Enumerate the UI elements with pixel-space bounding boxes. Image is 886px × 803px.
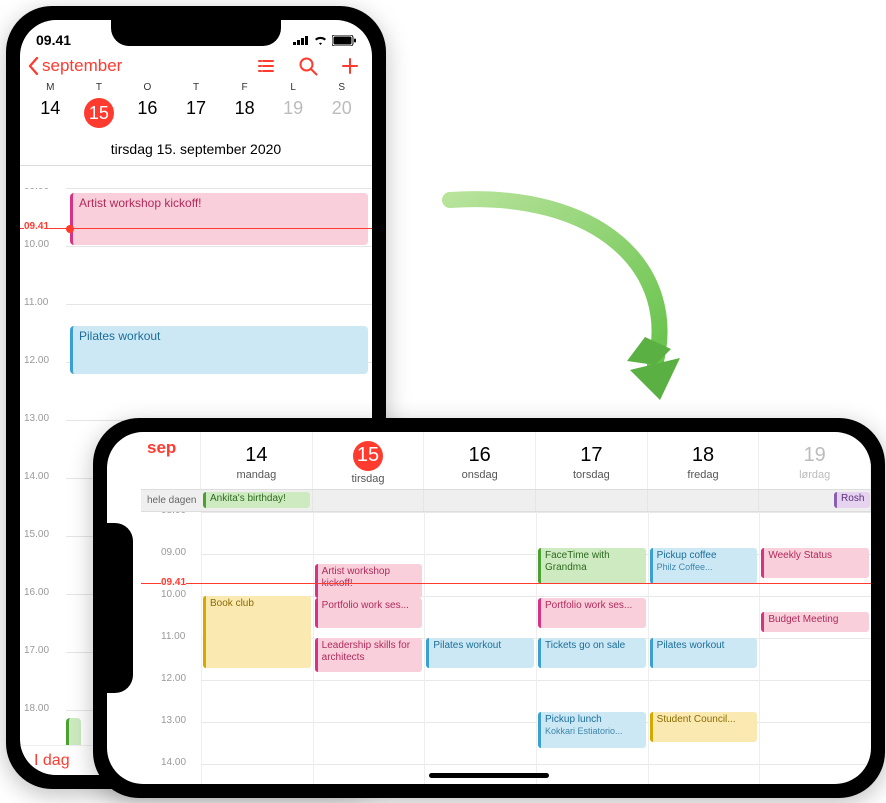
calendar-event[interactable]: Weekly Status xyxy=(761,548,869,578)
weekday-row: MTOTFLS xyxy=(20,82,372,95)
date-title: tirsdag 15. september 2020 xyxy=(20,137,372,166)
hour-label: 14.00 xyxy=(161,757,186,768)
calendar-event[interactable]: Budget Meeting xyxy=(761,612,869,632)
calendar-event[interactable]: FaceTime with Grandma xyxy=(538,548,646,584)
allday-event[interactable]: Rosh xyxy=(834,492,870,508)
back-label: september xyxy=(42,56,122,76)
nav-bar: september xyxy=(20,52,372,82)
notch xyxy=(107,523,133,693)
hour-label: 10.00 xyxy=(161,589,186,600)
hour-label: 09.00 xyxy=(161,547,186,558)
date-cell[interactable]: 16 xyxy=(123,95,172,131)
add-icon[interactable] xyxy=(340,56,360,76)
weekday-label: M xyxy=(26,82,75,95)
battery-icon xyxy=(332,35,356,46)
status-icons xyxy=(293,35,356,46)
search-icon[interactable] xyxy=(298,56,318,76)
week-grid[interactable]: 08.00 09.00 10.00 11.00 12.00 13.00 14.00 Book … xyxy=(141,512,871,784)
allday-cell xyxy=(648,490,760,511)
hour-label: 18.00 xyxy=(24,703,64,714)
date-row: 14151617181920 xyxy=(20,95,372,137)
calendar-event[interactable]: Portfolio work ses... xyxy=(315,598,423,628)
month-label[interactable]: sep xyxy=(141,432,201,489)
calendar-event[interactable] xyxy=(66,718,81,745)
calendar-event[interactable]: Pilates workout xyxy=(70,326,368,374)
calendar-event[interactable]: Book club xyxy=(203,596,311,668)
calendar-event[interactable]: Artist workshop kickoff! xyxy=(315,564,423,598)
hour-label: 11.00 xyxy=(24,297,64,308)
day-column-header[interactable]: 15tirsdag xyxy=(313,432,425,489)
hour-label: 13.00 xyxy=(24,413,64,424)
calendar-event[interactable]: Portfolio work ses... xyxy=(538,598,646,628)
hour-label: 16.00 xyxy=(24,587,64,598)
home-indicator[interactable] xyxy=(429,773,549,778)
hour-label: 11.00 xyxy=(161,631,185,642)
allday-event[interactable]: Ankita's birthday! xyxy=(203,492,310,508)
hour-label: 08.00 xyxy=(161,512,186,516)
allday-cell xyxy=(536,490,648,511)
calendar-event[interactable]: Leadership skills for architects xyxy=(315,638,423,672)
week-header: sep 14mandag15tirsdag16onsdag17torsdag18… xyxy=(141,432,871,490)
allday-cell xyxy=(424,490,536,511)
now-indicator: 09.41 xyxy=(141,583,871,584)
hour-label: 14.00 xyxy=(24,471,64,482)
allday-cell: Ankita's birthday! xyxy=(201,490,313,511)
notch xyxy=(111,20,281,46)
hour-label: 17.00 xyxy=(24,645,64,656)
phone-landscape: sep 14mandag15tirsdag16onsdag17torsdag18… xyxy=(93,418,885,798)
allday-row: hele dagen Ankita's birthday! Rosh xyxy=(141,490,871,512)
date-cell[interactable]: 15 xyxy=(75,95,124,131)
hour-label: 09.00 xyxy=(24,188,64,192)
signal-icon xyxy=(293,35,309,45)
date-cell[interactable]: 19 xyxy=(269,95,318,131)
hour-label: 13.00 xyxy=(161,715,186,726)
landscape-screen: sep 14mandag15tirsdag16onsdag17torsdag18… xyxy=(107,432,871,784)
calendar-event[interactable]: Artist workshop kickoff! xyxy=(70,193,368,245)
calendar-event[interactable]: Pilates workout xyxy=(426,638,534,668)
allday-cell xyxy=(313,490,425,511)
rotation-arrow-icon xyxy=(400,190,700,410)
allday-cell: Rosh xyxy=(759,490,871,511)
day-column-header[interactable]: 14mandag xyxy=(201,432,313,489)
date-cell[interactable]: 14 xyxy=(26,95,75,131)
allday-label: hele dagen xyxy=(141,495,201,506)
day-column-header[interactable]: 18fredag xyxy=(648,432,760,489)
calendar-event[interactable]: Student Council... xyxy=(650,712,758,742)
status-time: 09.41 xyxy=(36,32,71,48)
weekday-label: F xyxy=(220,82,269,95)
chevron-left-icon xyxy=(26,57,40,75)
now-indicator: 09.41 xyxy=(20,228,372,229)
day-column-header[interactable]: 17torsdag xyxy=(536,432,648,489)
calendar-event[interactable]: Pilates workout xyxy=(650,638,758,668)
hour-label: 12.00 xyxy=(161,673,186,684)
weekday-label: L xyxy=(269,82,318,95)
hour-label: 12.00 xyxy=(24,355,64,366)
weekday-label: T xyxy=(75,82,124,95)
calendar-event[interactable]: Pickup coffeePhilz Coffee... xyxy=(650,548,758,584)
date-cell[interactable]: 20 xyxy=(317,95,366,131)
list-icon[interactable] xyxy=(256,56,276,76)
wifi-icon xyxy=(313,35,328,46)
hour-label: 10.00 xyxy=(24,239,64,250)
hour-label: 15.00 xyxy=(24,529,64,540)
day-column-header[interactable]: 19lørdag xyxy=(759,432,871,489)
back-button[interactable]: september xyxy=(26,56,122,76)
weekday-label: O xyxy=(123,82,172,95)
date-cell[interactable]: 17 xyxy=(172,95,221,131)
calendar-event[interactable]: Pickup lunchKokkari Estiatorio... xyxy=(538,712,646,748)
day-column-header[interactable]: 16onsdag xyxy=(424,432,536,489)
calendar-event[interactable]: Tickets go on sale xyxy=(538,638,646,668)
weekday-label: S xyxy=(317,82,366,95)
weekday-label: T xyxy=(172,82,221,95)
date-cell[interactable]: 18 xyxy=(220,95,269,131)
